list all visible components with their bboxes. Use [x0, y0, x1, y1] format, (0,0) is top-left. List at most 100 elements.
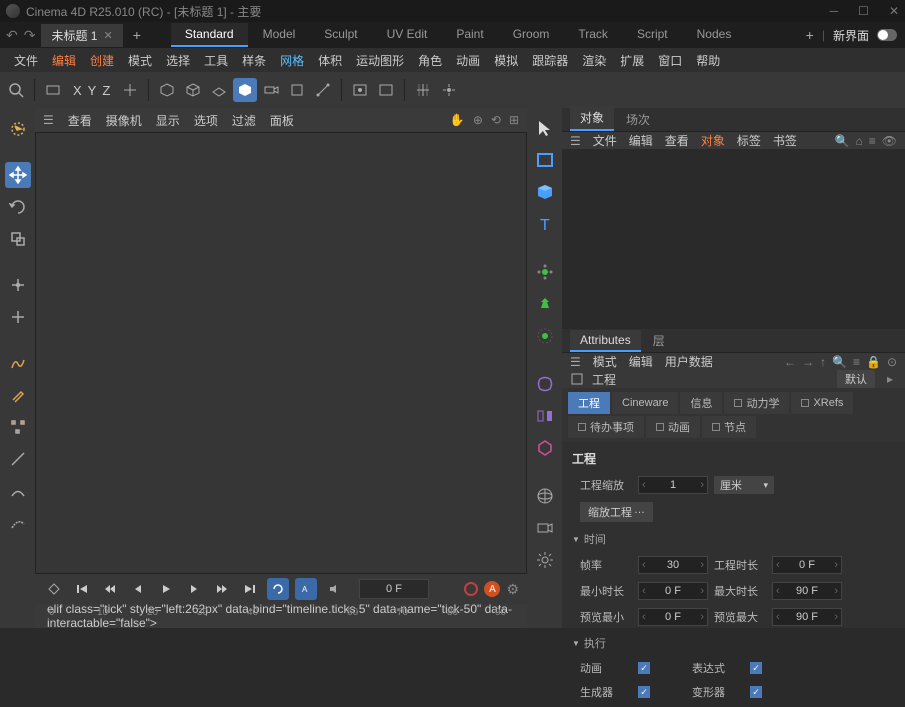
section-time[interactable]: 时间 [572, 529, 895, 549]
snap-icon[interactable] [437, 78, 461, 102]
hamburger-icon[interactable]: ☰ [570, 134, 581, 148]
vp-menu-panel[interactable]: 面板 [270, 112, 294, 129]
menu-volume[interactable]: 体积 [312, 50, 348, 71]
vp-menu-camera[interactable]: 摄像机 [106, 112, 142, 129]
menu-tools[interactable]: 工具 [198, 50, 234, 71]
light-icon[interactable] [531, 546, 559, 574]
vp-zoom-icon[interactable]: ⊕ [473, 113, 483, 127]
scale-project-button[interactable]: 缩放工程 [580, 502, 653, 522]
points-mode-icon[interactable] [5, 272, 31, 298]
go-start-button[interactable] [71, 578, 93, 600]
obj-menu-file[interactable]: 文件 [593, 132, 617, 149]
object-tree[interactable] [562, 149, 905, 329]
rotate-tool[interactable] [5, 194, 31, 220]
hamburger-icon[interactable]: ☰ [43, 113, 54, 127]
prev-frame-button[interactable] [127, 578, 149, 600]
attr-menu-edit[interactable]: 编辑 [629, 353, 653, 370]
atab-project[interactable]: 工程 [568, 392, 610, 414]
search-icon[interactable]: 🔍 [832, 355, 847, 369]
render-view-icon[interactable] [348, 78, 372, 102]
cube-blue-icon[interactable] [531, 178, 559, 206]
autokey-button[interactable]: A [295, 578, 317, 600]
eye-icon[interactable]: 👁 [882, 134, 897, 148]
lock-icon[interactable]: 🔒 [866, 355, 881, 369]
render-settings-icon[interactable] [374, 78, 398, 102]
menu-animation[interactable]: 动画 [450, 50, 486, 71]
go-end-button[interactable] [239, 578, 261, 600]
play-button[interactable] [155, 578, 177, 600]
obj-menu-edit[interactable]: 编辑 [629, 132, 653, 149]
menu-extensions[interactable]: 扩展 [614, 50, 650, 71]
layout-model[interactable]: Model [249, 23, 310, 47]
axis-lock-icon[interactable] [118, 78, 142, 102]
axis-y-button[interactable]: Y [88, 83, 97, 98]
timeline-ruler[interactable]: 0 10 20 30 40 elif class="tick" style="l… [35, 604, 527, 628]
atab-nodes[interactable]: 节点 [702, 416, 756, 438]
new-doc-button[interactable]: + [123, 27, 151, 43]
menu-edit[interactable]: 编辑 [46, 50, 82, 71]
cube-wire-icon[interactable] [181, 78, 205, 102]
record-button[interactable] [464, 582, 478, 596]
vp-menu-view[interactable]: 查看 [68, 112, 92, 129]
atab-todo[interactable]: 待办事项 [568, 416, 644, 438]
attr-menu-userdata[interactable]: 用户数据 [665, 353, 713, 370]
obj-menu-tags[interactable]: 标签 [737, 132, 761, 149]
menu-tracker[interactable]: 跟踪器 [526, 50, 574, 71]
knife-tool-icon[interactable] [5, 446, 31, 472]
projlen-field[interactable]: 0 F [772, 556, 842, 574]
search-icon[interactable]: 🔍 [835, 134, 850, 148]
section-exec[interactable]: 执行 [572, 633, 895, 653]
instance-icon[interactable] [531, 434, 559, 462]
search-icon[interactable] [4, 78, 28, 102]
menu-character[interactable]: 角色 [412, 50, 448, 71]
camera-add-icon[interactable] [531, 514, 559, 542]
selection-arrow-icon[interactable] [531, 114, 559, 142]
move-tool[interactable] [5, 162, 31, 188]
project-scale-field[interactable]: 1 [638, 476, 708, 494]
autokey-indicator[interactable]: A [484, 581, 500, 597]
layout-uvedit[interactable]: UV Edit [373, 23, 442, 47]
preset-arrow-icon[interactable]: ▸ [883, 372, 897, 386]
brush-tool-icon[interactable] [5, 382, 31, 408]
menu-mesh[interactable]: 网格 [274, 50, 310, 71]
effector-icon[interactable] [531, 290, 559, 318]
points-edit-icon[interactable] [5, 414, 31, 440]
rectangle-icon[interactable] [531, 146, 559, 174]
cloner-icon[interactable] [531, 258, 559, 286]
axis-x-button[interactable]: X [73, 83, 82, 98]
sound-button[interactable] [323, 578, 345, 600]
timeline-settings-icon[interactable]: ⚙ [506, 581, 519, 598]
next-key-button[interactable] [211, 578, 233, 600]
obj-menu-bookmarks[interactable]: 书签 [773, 132, 797, 149]
layout-track[interactable]: Track [564, 23, 622, 47]
cube-primitive-button[interactable] [233, 78, 257, 102]
add-layout-button[interactable]: + [806, 27, 814, 43]
layout-standard[interactable]: Standard [171, 23, 248, 47]
close-button[interactable]: ✕ [889, 4, 899, 18]
axis-z-button[interactable]: Z [102, 83, 110, 98]
nav-back-icon[interactable]: ← [784, 355, 796, 369]
symmetry-icon[interactable] [531, 402, 559, 430]
deformers-checkbox[interactable] [750, 686, 762, 698]
live-select-tool[interactable] [5, 116, 31, 142]
minlen-field[interactable]: 0 F [638, 582, 708, 600]
vp-rotate-icon[interactable]: ⟲ [491, 113, 501, 127]
loop-button[interactable] [267, 578, 289, 600]
fps-field[interactable]: 30 [638, 556, 708, 574]
tab-attributes[interactable]: Attributes [570, 330, 641, 352]
menu-file[interactable]: 文件 [8, 50, 44, 71]
menu-select[interactable]: 选择 [160, 50, 196, 71]
tab-takes[interactable]: 场次 [616, 108, 660, 131]
layout-script[interactable]: Script [623, 23, 682, 47]
layout-nodes[interactable]: Nodes [683, 23, 746, 47]
maximize-button[interactable]: ☐ [858, 4, 869, 18]
unit-dropdown[interactable]: 厘米 [714, 476, 774, 494]
maxlen-field[interactable]: 90 F [772, 582, 842, 600]
viewport[interactable] [35, 132, 527, 574]
camera-icon[interactable] [259, 78, 283, 102]
undo-icon[interactable]: ↶ [6, 27, 18, 44]
menu-window[interactable]: 窗口 [652, 50, 688, 71]
hamburger-icon[interactable]: ☰ [570, 355, 581, 369]
atab-info[interactable]: 信息 [680, 392, 722, 414]
tab-objects[interactable]: 对象 [570, 106, 614, 131]
